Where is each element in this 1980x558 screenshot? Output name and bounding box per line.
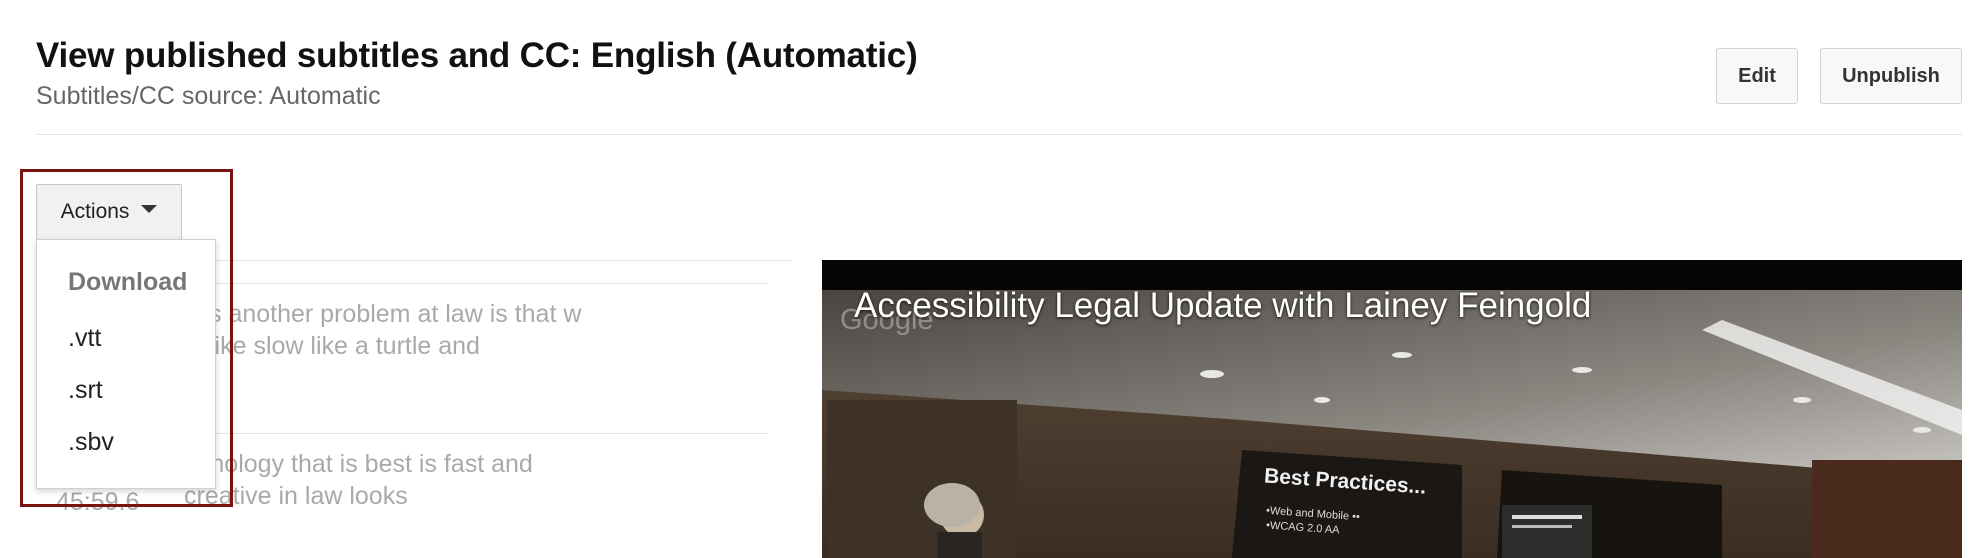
caption-row-divider bbox=[180, 283, 768, 284]
edit-button[interactable]: Edit bbox=[1716, 48, 1798, 104]
video-title[interactable]: Accessibility Legal Update with Lainey F… bbox=[854, 286, 1591, 326]
caption-timestamp: 45:59.6 bbox=[56, 488, 140, 516]
header-divider bbox=[36, 134, 1962, 135]
actions-menu: Download .vtt .srt .sbv bbox=[36, 239, 216, 489]
menu-header-download: Download bbox=[68, 268, 188, 296]
unpublish-button[interactable]: Unpublish bbox=[1820, 48, 1962, 104]
actions-label: Actions bbox=[60, 200, 130, 223]
menu-item-vtt[interactable]: .vtt bbox=[68, 324, 101, 353]
caption-row-divider bbox=[180, 433, 768, 434]
video-player[interactable]: Google Accessibility Legal Update with L… bbox=[822, 260, 1962, 558]
menu-item-srt[interactable]: .srt bbox=[68, 376, 103, 405]
actions-button[interactable]: Actions bbox=[36, 184, 182, 240]
menu-item-sbv[interactable]: .sbv bbox=[68, 428, 114, 457]
caption-text[interactable]: s is another problem at law is that w is… bbox=[184, 298, 604, 362]
caret-down-icon bbox=[141, 205, 158, 213]
page-title: View published subtitles and CC: English… bbox=[36, 36, 918, 75]
caption-text[interactable]: chnology that is best is fast and creati… bbox=[184, 448, 624, 512]
page-subtitle: Subtitles/CC source: Automatic bbox=[36, 82, 381, 110]
page-header: View published subtitles and CC: English… bbox=[36, 34, 918, 112]
